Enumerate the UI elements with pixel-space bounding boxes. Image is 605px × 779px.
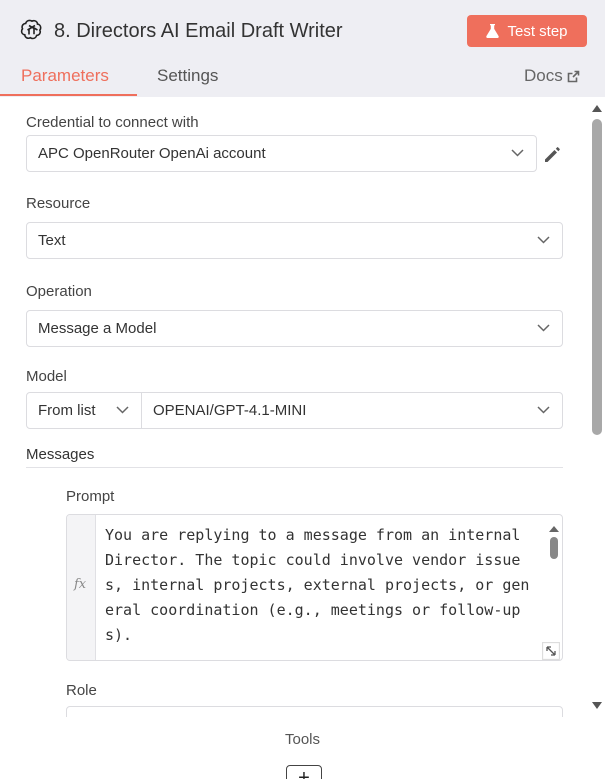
pencil-icon[interactable]: [543, 144, 563, 164]
external-link-icon: [567, 70, 580, 82]
role-label: Role: [66, 682, 97, 699]
active-tab-indicator: [0, 94, 137, 96]
openai-icon: [20, 19, 42, 40]
messages-heading: Messages: [26, 446, 95, 463]
model-select[interactable]: OPENAI/GPT-4.1-MINI: [141, 392, 563, 429]
test-step-button[interactable]: Test step: [467, 15, 587, 47]
prompt-editor[interactable]: fx You are replying to a message from an…: [66, 514, 563, 661]
model-label: Model: [26, 368, 67, 385]
resource-value: Text: [38, 232, 66, 249]
model-mode-select[interactable]: From list: [26, 392, 142, 429]
chevron-down-icon: [511, 149, 524, 157]
credential-label: Credential to connect with: [26, 114, 199, 131]
expand-editor-icon[interactable]: [542, 642, 560, 660]
tools-footer: Tools +: [0, 717, 605, 779]
messages-divider: [26, 467, 563, 468]
scroll-down-icon[interactable]: [591, 701, 603, 711]
credential-value: APC OpenRouter OpenAi account: [38, 145, 266, 162]
docs-label: Docs: [524, 66, 563, 85]
operation-select[interactable]: Message a Model: [26, 310, 563, 347]
tab-settings[interactable]: Settings: [157, 66, 218, 86]
plus-icon: +: [298, 767, 310, 779]
expression-gutter: fx: [67, 515, 96, 660]
prompt-scrollbar[interactable]: [547, 521, 561, 561]
node-header: 8. Directors AI Email Draft Writer Test …: [0, 0, 605, 97]
chevron-down-icon: [537, 236, 550, 244]
panel-scrollbar[interactable]: [589, 97, 605, 717]
credential-select[interactable]: APC OpenRouter OpenAi account: [26, 135, 537, 172]
chevron-down-icon: [537, 324, 550, 332]
operation-label: Operation: [26, 283, 92, 300]
resource-select[interactable]: Text: [26, 222, 563, 259]
flask-icon: [486, 24, 500, 38]
chevron-down-icon: [537, 406, 550, 414]
prompt-text[interactable]: You are replying to a message from an in…: [105, 523, 537, 660]
operation-value: Message a Model: [38, 320, 157, 337]
resource-label: Resource: [26, 195, 91, 212]
chevron-down-icon: [116, 406, 129, 414]
scroll-up-icon[interactable]: [591, 103, 603, 113]
tools-label: Tools: [284, 731, 321, 748]
docs-link[interactable]: Docs: [524, 66, 580, 86]
prompt-label: Prompt: [66, 488, 115, 505]
model-mode-value: From list: [38, 402, 96, 419]
fx-icon: fx: [74, 577, 87, 592]
model-value: OPENAI/GPT-4.1-MINI: [153, 402, 307, 419]
test-step-label: Test step: [507, 22, 568, 40]
node-title: 8. Directors AI Email Draft Writer: [54, 20, 343, 42]
scroll-thumb[interactable]: [592, 119, 602, 435]
add-tool-button[interactable]: +: [286, 765, 322, 779]
parameters-panel: [0, 97, 605, 779]
tab-parameters[interactable]: Parameters: [21, 66, 109, 86]
